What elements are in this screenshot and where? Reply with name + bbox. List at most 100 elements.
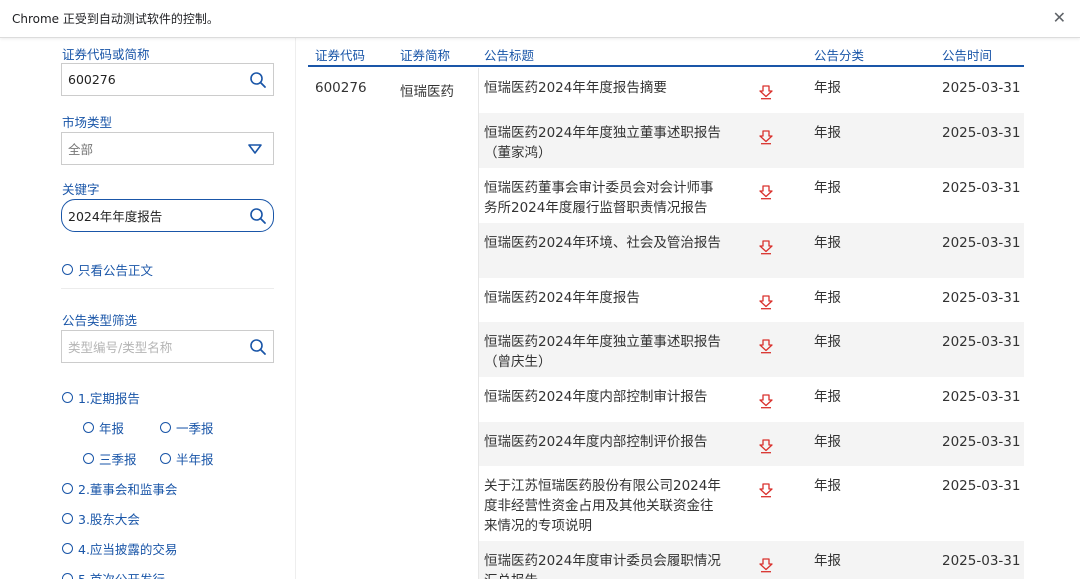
announcement-category: 年报 xyxy=(814,334,841,350)
type-radio-transactions[interactable]: 4.应当披露的交易 xyxy=(62,539,177,558)
only-body-radio[interactable]: 只看公告正文 xyxy=(62,260,153,279)
type-radio-half-year[interactable]: 半年报 xyxy=(160,449,214,468)
announcement-category: 年报 xyxy=(814,434,841,450)
type-radio-label: 三季报 xyxy=(99,452,137,467)
type-radio-ipo[interactable]: 5.首次公开发行 xyxy=(62,569,165,579)
announcement-title[interactable]: 恒瑞医药2024年度内部控制评价报告 xyxy=(484,432,724,452)
market-select-value: 全部 xyxy=(68,142,94,157)
code-label: 证券代码或简称 xyxy=(62,47,150,62)
announcement-title[interactable]: 恒瑞医药2024年年度独立董事述职报告（曾庆生） xyxy=(484,332,724,372)
radio-circle-icon xyxy=(160,422,171,433)
search-icon[interactable] xyxy=(249,338,267,356)
type-radio-annual[interactable]: 年报 xyxy=(83,418,124,437)
code-input-value: 600276 xyxy=(68,72,116,87)
radio-circle-icon xyxy=(62,392,73,403)
announcement-title[interactable]: 恒瑞医药董事会审计委员会对会计师事务所2024年度履行监督职责情况报告 xyxy=(484,178,724,218)
announcement-category: 年报 xyxy=(814,290,841,306)
search-icon[interactable] xyxy=(249,71,267,89)
announcement-category: 年报 xyxy=(814,125,841,141)
table-row: 恒瑞医药2024年度内部控制评价报告 年报 2025-03-31 xyxy=(479,422,1024,466)
type-radio-label: 3.股东大会 xyxy=(78,512,140,527)
table-row: 恒瑞医药2024年度审计委员会履职情况汇总报告 年报 2025-03-31 xyxy=(479,541,1024,579)
download-icon[interactable] xyxy=(758,482,774,498)
header-category: 公告分类 xyxy=(814,48,865,63)
download-icon[interactable] xyxy=(758,557,774,573)
filter-sidebar: 证券代码或简称 600276 市场类型 全部 关键字 2024年年度报告 只看公… xyxy=(0,38,296,579)
download-icon[interactable] xyxy=(758,438,774,454)
announcement-title[interactable]: 恒瑞医药2024年度内部控制审计报告 xyxy=(484,387,724,407)
announcement-title[interactable]: 恒瑞医药2024年度审计委员会履职情况汇总报告 xyxy=(484,551,724,579)
type-filter-placeholder: 类型编号/类型名称 xyxy=(68,340,173,355)
results-table: 600276 恒瑞医药 恒瑞医药2024年年度报告摘要 年报 2025-03-31 恒… xyxy=(308,68,1024,579)
type-filter-input[interactable]: 类型编号/类型名称 xyxy=(61,330,274,363)
download-icon[interactable] xyxy=(758,84,774,100)
download-icon[interactable] xyxy=(758,239,774,255)
search-icon[interactable] xyxy=(249,207,267,225)
type-radio-q3[interactable]: 三季报 xyxy=(83,449,137,468)
download-icon[interactable] xyxy=(758,338,774,354)
announcement-title[interactable]: 恒瑞医药2024年环境、社会及管治报告 xyxy=(484,233,724,253)
announcement-date: 2025-03-31 xyxy=(942,80,1021,96)
type-radio-board[interactable]: 2.董事会和监事会 xyxy=(62,479,177,498)
table-row: 恒瑞医药2024年年度报告摘要 年报 2025-03-31 xyxy=(479,68,1024,113)
download-icon[interactable] xyxy=(758,129,774,145)
radio-circle-icon xyxy=(62,543,73,554)
radio-circle-icon xyxy=(62,483,73,494)
automation-infobar: Chrome 正受到自动测试软件的控制。 ✕ xyxy=(0,0,1080,38)
table-row: 恒瑞医药2024年年度独立董事述职报告（曾庆生） 年报 2025-03-31 xyxy=(479,322,1024,377)
radio-circle-icon xyxy=(62,573,73,579)
type-filter-label: 公告类型筛选 xyxy=(62,313,138,328)
announcement-date: 2025-03-31 xyxy=(942,478,1021,494)
header-code: 证券代码 xyxy=(315,48,366,63)
type-radio-label: 5.首次公开发行 xyxy=(78,569,165,579)
announcement-category: 年报 xyxy=(814,180,841,196)
keyword-input[interactable]: 2024年年度报告 xyxy=(61,199,274,232)
table-row: 恒瑞医药董事会审计委员会对会计师事务所2024年度履行监督职责情况报告 年报 202… xyxy=(479,168,1024,223)
announcement-category: 年报 xyxy=(814,235,841,251)
market-select[interactable]: 全部 xyxy=(61,132,274,165)
announcement-date: 2025-03-31 xyxy=(942,553,1021,569)
download-icon[interactable] xyxy=(758,184,774,200)
type-radio-label: 1.定期报告 xyxy=(78,391,140,406)
announcement-title[interactable]: 恒瑞医药2024年年度报告 xyxy=(484,288,724,308)
table-row: 恒瑞医药2024年度内部控制审计报告 年报 2025-03-31 xyxy=(479,377,1024,422)
announcement-title[interactable]: 恒瑞医药2024年年度独立董事述职报告（董家鸿） xyxy=(484,123,724,163)
radio-circle-icon xyxy=(62,513,73,524)
divider xyxy=(61,288,274,289)
type-radio-periodic[interactable]: 1.定期报告 xyxy=(62,388,140,407)
only-body-label: 只看公告正文 xyxy=(78,263,154,278)
security-code: 600276 xyxy=(315,80,367,96)
table-row: 恒瑞医药2024年环境、社会及管治报告 年报 2025-03-31 xyxy=(479,223,1024,278)
type-radio-label: 一季报 xyxy=(176,421,214,436)
radio-circle-icon xyxy=(160,453,171,464)
header-title: 公告标题 xyxy=(484,48,535,63)
keyword-label: 关键字 xyxy=(62,182,100,197)
announcement-date: 2025-03-31 xyxy=(942,290,1021,306)
triangle-down-icon[interactable] xyxy=(247,143,263,155)
security-abbr: 恒瑞医药 xyxy=(400,84,454,100)
announcement-date: 2025-03-31 xyxy=(942,180,1021,196)
announcement-category: 年报 xyxy=(814,553,841,569)
type-radio-q1[interactable]: 一季报 xyxy=(160,418,214,437)
announcement-category: 年报 xyxy=(814,80,841,96)
table-row: 恒瑞医药2024年年度报告 年报 2025-03-31 xyxy=(479,278,1024,322)
announcement-category: 年报 xyxy=(814,389,841,405)
type-radio-label: 半年报 xyxy=(176,452,214,467)
type-radio-label: 4.应当披露的交易 xyxy=(78,542,178,557)
announcement-title[interactable]: 恒瑞医药2024年年度报告摘要 xyxy=(484,78,724,98)
close-icon[interactable]: ✕ xyxy=(1053,9,1066,27)
type-radio-shareholders[interactable]: 3.股东大会 xyxy=(62,509,140,528)
announcement-title[interactable]: 关于江苏恒瑞医药股份有限公司2024年度非经营性资金占用及其他关联资金往来情况的… xyxy=(484,476,724,536)
header-abbr: 证券简称 xyxy=(400,48,451,63)
announcement-date: 2025-03-31 xyxy=(942,125,1021,141)
radio-circle-icon xyxy=(62,264,73,275)
table-header: 证券代码 证券简称 公告标题 公告分类 公告时间 xyxy=(308,38,1024,67)
announcement-category: 年报 xyxy=(814,478,841,494)
type-radio-label: 年报 xyxy=(99,421,125,436)
announcement-date: 2025-03-31 xyxy=(942,434,1021,450)
table-row: 恒瑞医药2024年年度独立董事述职报告（董家鸿） 年报 2025-03-31 xyxy=(479,113,1024,168)
download-icon[interactable] xyxy=(758,393,774,409)
radio-circle-icon xyxy=(83,422,94,433)
download-icon[interactable] xyxy=(758,294,774,310)
code-input[interactable]: 600276 xyxy=(61,63,274,96)
